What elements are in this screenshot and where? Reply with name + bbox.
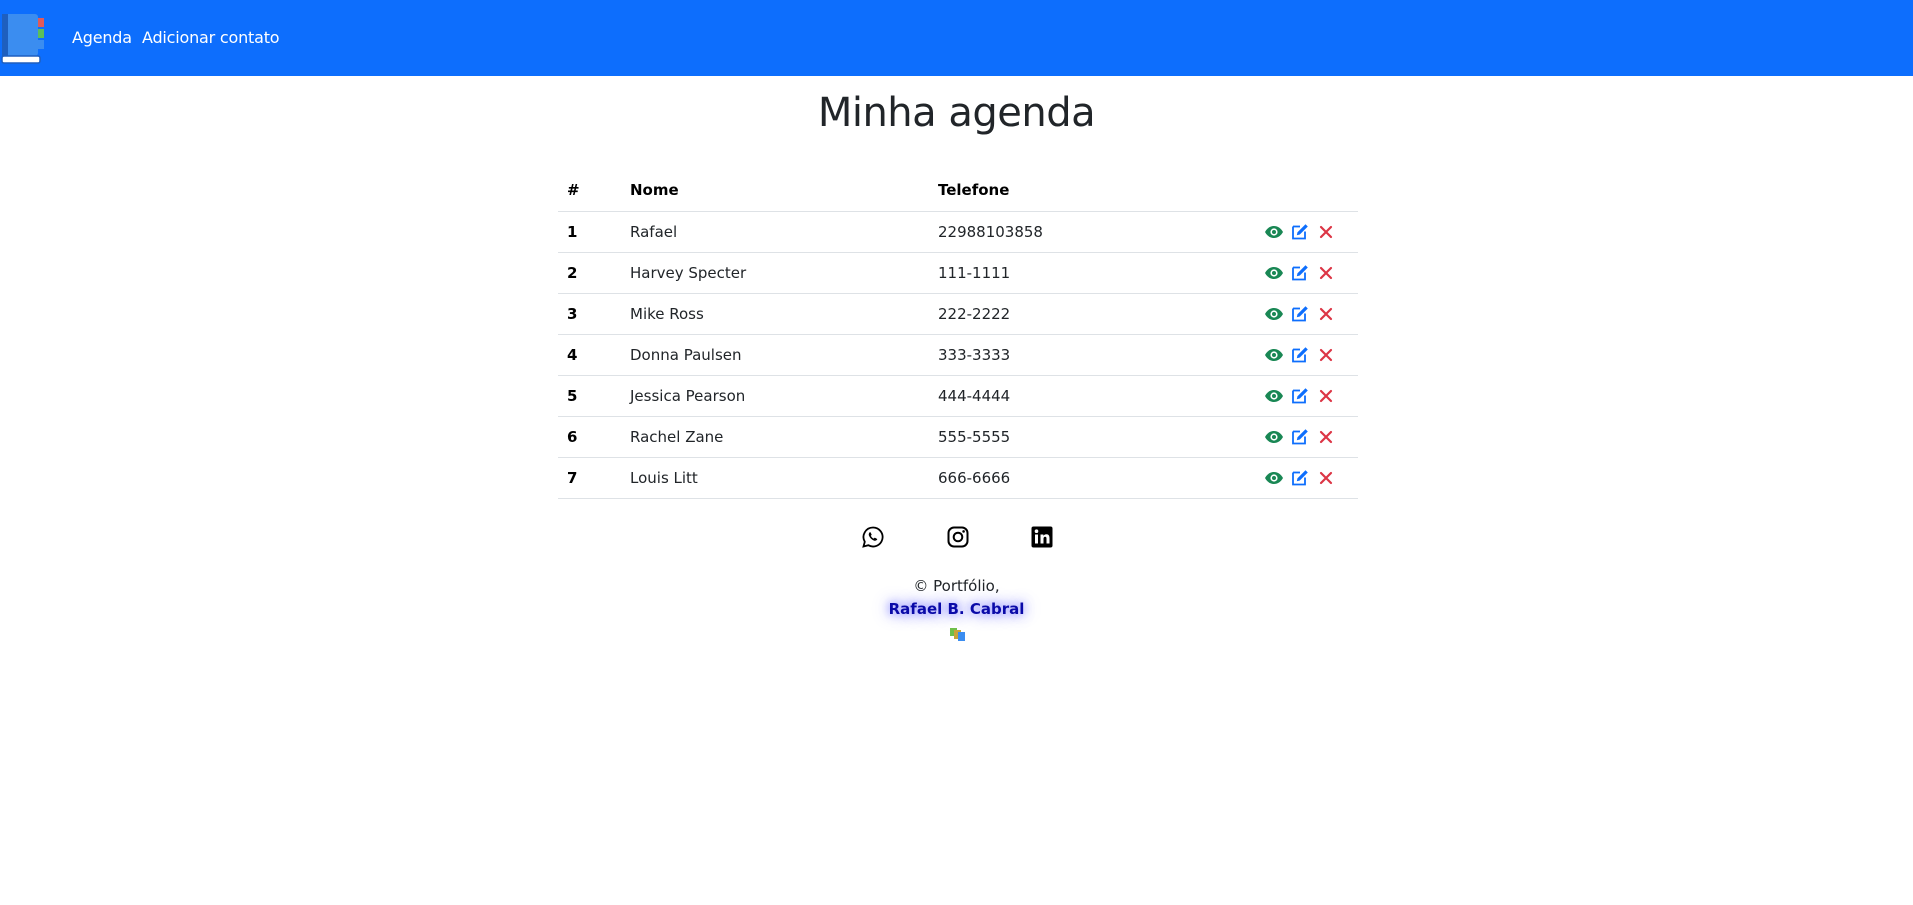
row-actions — [1258, 211, 1358, 253]
close-icon — [1316, 427, 1336, 447]
edit-icon — [1290, 386, 1310, 406]
eye-button[interactable] — [1264, 304, 1284, 324]
edit-icon — [1290, 222, 1310, 242]
page-title: Minha agenda — [817, 90, 1096, 136]
edit-button[interactable] — [1290, 468, 1310, 488]
row-actions — [1258, 293, 1358, 335]
table-row: 1 Rafael 22988103858 — [558, 211, 1358, 253]
row-number: 4 — [558, 334, 630, 376]
agenda-book-logo[interactable] — [0, 12, 48, 64]
row-phone: 333-3333 — [938, 334, 1258, 376]
row-actions — [1258, 416, 1358, 458]
row-phone: 444-4444 — [938, 375, 1258, 417]
eye-button[interactable] — [1264, 263, 1284, 283]
eye-button[interactable] — [1264, 427, 1284, 447]
close-button[interactable] — [1316, 427, 1336, 447]
close-button[interactable] — [1316, 386, 1336, 406]
edit-button[interactable] — [1290, 386, 1310, 406]
edit-icon — [1290, 345, 1310, 365]
table-row: 7 Louis Litt 666-6666 — [558, 457, 1358, 499]
close-button[interactable] — [1316, 345, 1336, 365]
close-button[interactable] — [1316, 468, 1336, 488]
header-phone: Telefone — [938, 170, 1258, 212]
edit-button[interactable] — [1290, 345, 1310, 365]
row-actions — [1258, 375, 1358, 417]
linkedin-icon[interactable] — [1030, 525, 1054, 549]
row-number: 6 — [558, 416, 630, 458]
author-wrap: Rafael B. Cabral — [0, 600, 1913, 619]
eye-icon — [1264, 345, 1284, 365]
row-actions — [1258, 457, 1358, 499]
eye-icon — [1264, 468, 1284, 488]
table-row: 2 Harvey Specter 111-1111 — [558, 252, 1358, 294]
row-name: Louis Litt — [630, 457, 938, 499]
eye-button[interactable] — [1264, 222, 1284, 242]
row-phone: 22988103858 — [938, 211, 1258, 253]
portfolio-logo-icon — [950, 628, 965, 641]
edit-icon — [1290, 304, 1310, 324]
edit-icon — [1290, 263, 1310, 283]
row-number: 7 — [558, 457, 630, 499]
eye-button[interactable] — [1264, 345, 1284, 365]
whatsapp-icon[interactable] — [861, 525, 885, 549]
edit-button[interactable] — [1290, 427, 1310, 447]
eye-button[interactable] — [1264, 386, 1284, 406]
row-number: 1 — [558, 211, 630, 253]
row-number: 5 — [558, 375, 630, 417]
row-name: Rachel Zane — [630, 416, 938, 458]
edit-button[interactable] — [1290, 263, 1310, 283]
row-phone: 666-6666 — [938, 457, 1258, 499]
instagram-icon[interactable] — [946, 525, 970, 549]
close-icon — [1316, 468, 1336, 488]
edit-icon — [1290, 468, 1310, 488]
table-header-row: # Nome Telefone — [558, 170, 1358, 212]
eye-icon — [1264, 304, 1284, 324]
eye-button[interactable] — [1264, 468, 1284, 488]
table-row: 6 Rachel Zane 555-5555 — [558, 416, 1358, 458]
row-name: Mike Ross — [630, 293, 938, 335]
edit-icon — [1290, 427, 1310, 447]
row-number: 2 — [558, 252, 630, 294]
close-icon — [1316, 386, 1336, 406]
eye-icon — [1264, 222, 1284, 242]
close-icon — [1316, 304, 1336, 324]
row-phone: 555-5555 — [938, 416, 1258, 458]
table-row: 5 Jessica Pearson 444-4444 — [558, 375, 1358, 417]
row-actions — [1258, 252, 1358, 294]
edit-button[interactable] — [1290, 222, 1310, 242]
close-icon — [1316, 222, 1336, 242]
header-number: # — [558, 170, 630, 212]
table-row: 4 Donna Paulsen 333-3333 — [558, 334, 1358, 376]
row-name: Donna Paulsen — [630, 334, 938, 376]
nav-link-agenda[interactable]: Agenda — [72, 28, 132, 47]
header-name: Nome — [630, 170, 938, 212]
row-name: Rafael — [630, 211, 938, 253]
row-actions — [1258, 334, 1358, 376]
row-number: 3 — [558, 293, 630, 335]
nav-link-adicionar-contato[interactable]: Adicionar contato — [142, 28, 280, 47]
row-name: Jessica Pearson — [630, 375, 938, 417]
contacts-table: # Nome Telefone 1 Rafael 22988103858 2 H… — [558, 170, 1358, 499]
eye-icon — [1264, 386, 1284, 406]
close-button[interactable] — [1316, 222, 1336, 242]
navbar: Agenda Adicionar contato — [0, 0, 1913, 76]
table-row: 3 Mike Ross 222-2222 — [558, 293, 1358, 335]
row-name: Harvey Specter — [630, 252, 938, 294]
row-phone: 222-2222 — [938, 293, 1258, 335]
close-icon — [1316, 345, 1336, 365]
header-actions — [1258, 170, 1358, 212]
copyright-text: © Portfólio, — [913, 577, 1000, 595]
edit-button[interactable] — [1290, 304, 1310, 324]
eye-icon — [1264, 263, 1284, 283]
author-link[interactable]: Rafael B. Cabral — [889, 600, 1025, 618]
close-button[interactable] — [1316, 304, 1336, 324]
row-phone: 111-1111 — [938, 252, 1258, 294]
close-icon — [1316, 263, 1336, 283]
eye-icon — [1264, 427, 1284, 447]
close-button[interactable] — [1316, 263, 1336, 283]
